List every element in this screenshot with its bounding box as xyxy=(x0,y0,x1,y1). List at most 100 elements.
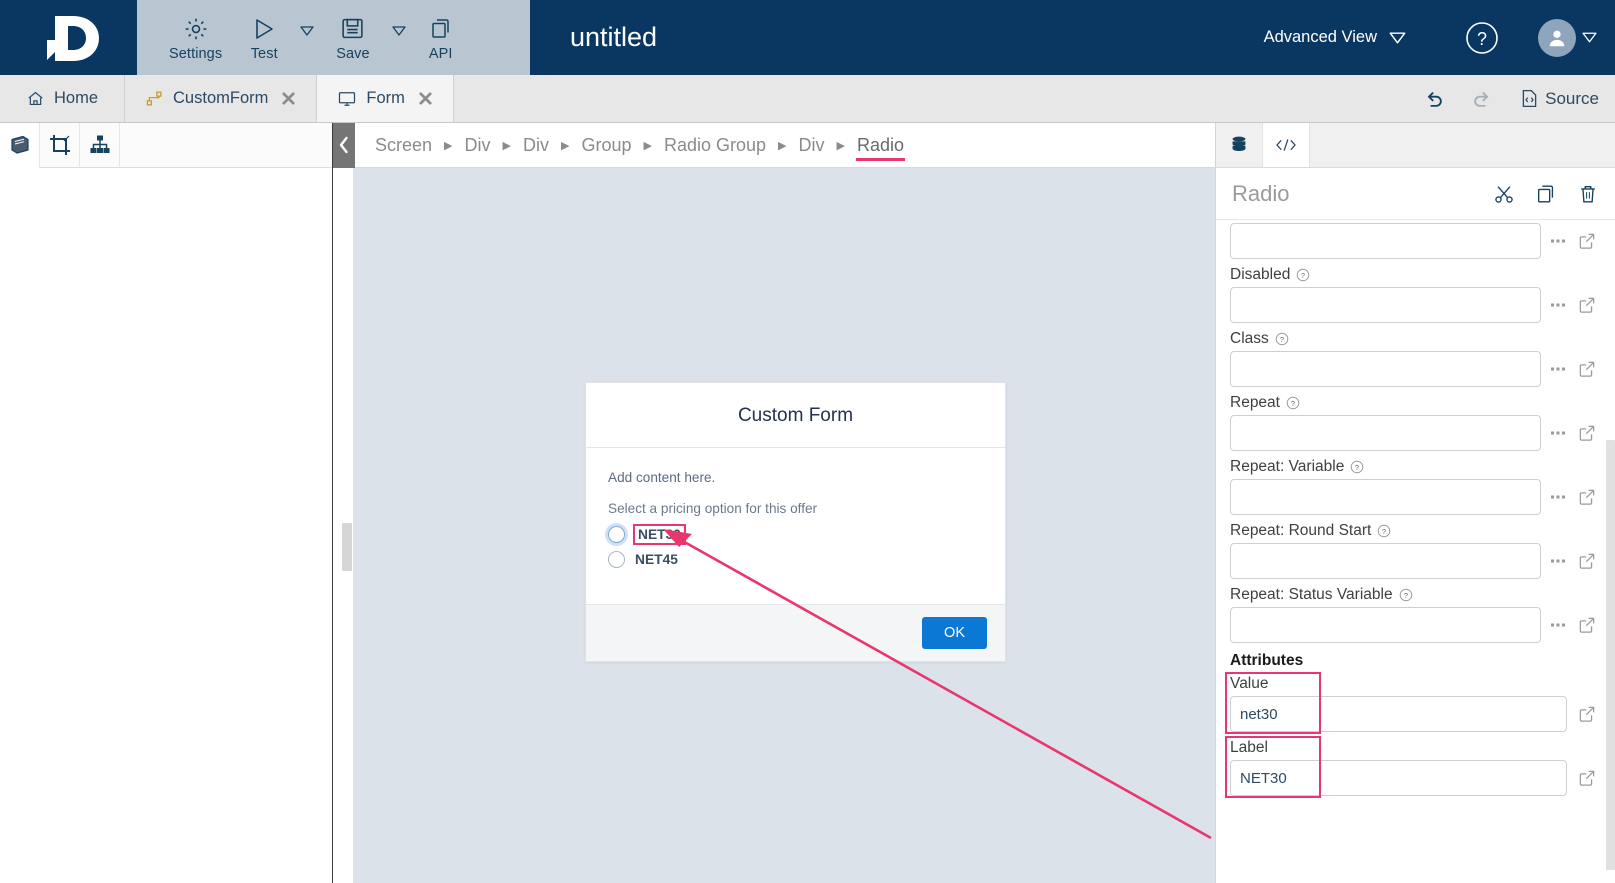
breadcrumb-item-radio[interactable]: Radio xyxy=(855,135,906,161)
panel-scrollbar[interactable] xyxy=(1606,440,1615,870)
field-if-input[interactable] xyxy=(1230,223,1541,259)
toolbar-settings-button[interactable]: Settings xyxy=(155,14,236,62)
question-circle-small-icon[interactable]: ? xyxy=(1275,332,1289,346)
app-logo[interactable] xyxy=(0,0,137,75)
library-icon xyxy=(10,135,29,154)
cut-button[interactable] xyxy=(1493,183,1515,205)
radio-button-icon[interactable] xyxy=(608,526,625,543)
field-repeat-variable-input[interactable] xyxy=(1230,479,1541,515)
field-disabled-input[interactable] xyxy=(1230,287,1541,323)
attribute-label-input[interactable] xyxy=(1230,760,1567,796)
chevron-left-icon xyxy=(339,136,348,154)
question-circle-small-icon[interactable]: ? xyxy=(1399,588,1413,602)
source-button[interactable]: Source xyxy=(1519,88,1599,109)
attribute-value-input[interactable] xyxy=(1230,696,1567,732)
toolbar-save-button[interactable]: Save xyxy=(322,14,383,62)
tab-form[interactable]: Form xyxy=(317,75,454,122)
breadcrumb-item-div-1[interactable]: Div xyxy=(463,135,493,156)
ellipsis-icon[interactable] xyxy=(1551,622,1567,628)
panel-tab-data[interactable] xyxy=(1216,123,1263,167)
toolbar-save-dropdown[interactable] xyxy=(384,0,414,75)
field-class-label: Class ? xyxy=(1230,330,1597,348)
rail-tool-crop[interactable] xyxy=(40,122,80,168)
field-disabled-label: Disabled ? xyxy=(1230,266,1597,284)
ok-button[interactable]: OK xyxy=(922,617,987,649)
question-circle-small-icon[interactable]: ? xyxy=(1377,524,1391,538)
field-if-row xyxy=(1230,223,1597,259)
external-link-icon[interactable] xyxy=(1577,768,1597,788)
external-link-icon[interactable] xyxy=(1577,487,1597,507)
crop-icon xyxy=(49,135,70,155)
document-title-zone: untitled xyxy=(530,0,1264,75)
page-title[interactable]: untitled xyxy=(570,22,657,53)
triangle-right-icon: ▶ xyxy=(502,139,511,152)
ellipsis-icon[interactable] xyxy=(1551,238,1567,244)
radio-option-net45[interactable]: NET45 xyxy=(608,551,983,568)
ellipsis-icon[interactable] xyxy=(1551,430,1567,436)
breadcrumb-back-button[interactable] xyxy=(333,122,355,168)
tab-form-label: Form xyxy=(366,89,405,107)
close-icon xyxy=(282,92,295,105)
question-circle-small-icon[interactable]: ? xyxy=(1350,460,1364,474)
field-repeat-status-variable-input[interactable] xyxy=(1230,607,1541,643)
toolbar-test-dropdown[interactable] xyxy=(292,0,322,75)
tab-home[interactable]: Home xyxy=(0,75,126,122)
radio-button-icon[interactable] xyxy=(608,551,625,568)
radio-option-net30-label: NET30 xyxy=(633,524,686,545)
external-link-icon[interactable] xyxy=(1577,551,1597,571)
toolbar-api-button[interactable]: API xyxy=(414,14,468,62)
field-repeat-input[interactable] xyxy=(1230,415,1541,451)
field-class-input[interactable] xyxy=(1230,351,1541,387)
panel-fields-scroll[interactable]: If ? Disabled xyxy=(1216,220,1615,883)
tab-form-close[interactable] xyxy=(418,91,433,106)
ellipsis-icon[interactable] xyxy=(1551,558,1567,564)
panel-tab-code[interactable] xyxy=(1263,123,1310,167)
attribute-label-row xyxy=(1230,760,1597,796)
delete-button[interactable] xyxy=(1577,183,1599,205)
code-brackets-icon xyxy=(1276,139,1296,151)
field-repeat-status-variable-label: Repeat: Status Variable ? xyxy=(1230,586,1597,604)
rail-tool-hierarchy[interactable] xyxy=(80,122,120,168)
ellipsis-icon[interactable] xyxy=(1551,302,1567,308)
field-repeat-round-start-input[interactable] xyxy=(1230,543,1541,579)
undo-button[interactable] xyxy=(1423,88,1445,110)
app-header: Settings Test Save API untitled Advanced… xyxy=(0,0,1615,75)
copy-button[interactable] xyxy=(1535,183,1557,205)
breadcrumb-item-group[interactable]: Group xyxy=(579,135,633,156)
breadcrumb-item-radio-group[interactable]: Radio Group xyxy=(662,135,768,156)
external-link-icon[interactable] xyxy=(1577,704,1597,724)
trash-icon xyxy=(1581,185,1595,202)
external-link-icon[interactable] xyxy=(1577,295,1597,315)
canvas-scrollbar[interactable] xyxy=(342,523,352,571)
breadcrumb-item-screen[interactable]: Screen xyxy=(373,135,434,156)
breadcrumb-item-div-3[interactable]: Div xyxy=(796,135,826,156)
redo-button[interactable] xyxy=(1471,88,1493,110)
ellipsis-icon[interactable] xyxy=(1551,366,1567,372)
external-link-icon[interactable] xyxy=(1577,231,1597,251)
help-button[interactable]: ? xyxy=(1464,20,1500,56)
avatar-dropdown[interactable] xyxy=(1582,32,1597,43)
external-link-icon[interactable] xyxy=(1577,423,1597,443)
tab-customform-close[interactable] xyxy=(281,91,296,106)
question-circle-small-icon[interactable]: ? xyxy=(1286,396,1300,410)
dialog-title: Custom Form xyxy=(737,405,854,426)
canvas-surface[interactable]: Custom Form Add content here. Select a p… xyxy=(353,168,1215,883)
field-repeat-round-start: Repeat: Round Start ? xyxy=(1230,522,1597,579)
toolbar-test-button[interactable]: Test xyxy=(236,14,292,62)
ellipsis-icon[interactable] xyxy=(1551,494,1567,500)
field-repeat-status-variable-label-text: Repeat: Status Variable xyxy=(1230,586,1393,603)
external-link-icon[interactable] xyxy=(1577,359,1597,379)
panel-expand-button[interactable] xyxy=(1215,123,1216,168)
avatar[interactable] xyxy=(1538,18,1576,57)
field-class-row xyxy=(1230,351,1597,387)
breadcrumb-bar: Screen ▶ Div ▶ Div ▶ Group ▶ Radio Group… xyxy=(333,122,1215,168)
question-circle-small-icon[interactable]: ? xyxy=(1296,268,1310,282)
rail-tool-library[interactable] xyxy=(0,122,40,168)
advanced-view-dropdown[interactable]: Advanced View xyxy=(1264,28,1406,47)
toolbar-api-label: API xyxy=(428,45,453,62)
external-link-icon[interactable] xyxy=(1577,615,1597,635)
tab-customform[interactable]: CustomForm xyxy=(125,75,318,122)
field-class-label-text: Class xyxy=(1230,330,1269,347)
radio-option-net30[interactable]: NET30 xyxy=(608,524,983,545)
breadcrumb-item-div-2[interactable]: Div xyxy=(521,135,551,156)
